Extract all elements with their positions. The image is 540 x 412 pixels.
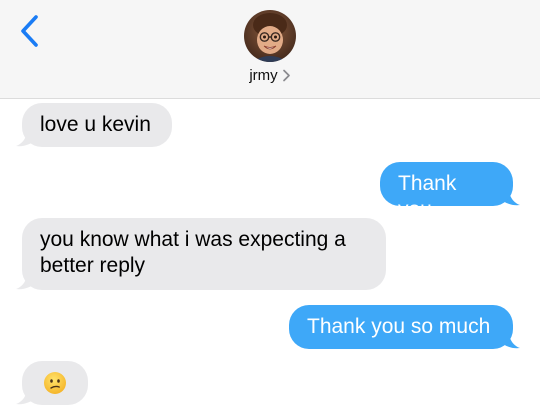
message-text: you know what i was expecting a better r… (40, 228, 346, 277)
contact-name: jrmy (249, 67, 278, 85)
contact-avatar[interactable] (244, 10, 296, 62)
message-text: Thank you so much (307, 315, 491, 338)
sent-message[interactable]: Thank you (380, 162, 513, 221)
back-button[interactable] (14, 12, 48, 50)
message-text: love u kevin (40, 113, 151, 136)
message-text: Thank you (398, 172, 457, 221)
received-message[interactable]: love u kevin (22, 103, 172, 147)
received-message[interactable] (22, 361, 88, 405)
chevron-right-icon (282, 69, 290, 81)
received-message[interactable]: you know what i was expecting a better r… (22, 218, 386, 290)
conversation-header: jrmy (0, 0, 540, 99)
avatar-image (244, 10, 296, 62)
contact-name-link[interactable]: jrmy (0, 66, 540, 86)
chevron-left-icon (21, 15, 38, 47)
sent-message[interactable]: Thank you so much (289, 305, 513, 349)
confused-face-emoji (44, 372, 66, 394)
